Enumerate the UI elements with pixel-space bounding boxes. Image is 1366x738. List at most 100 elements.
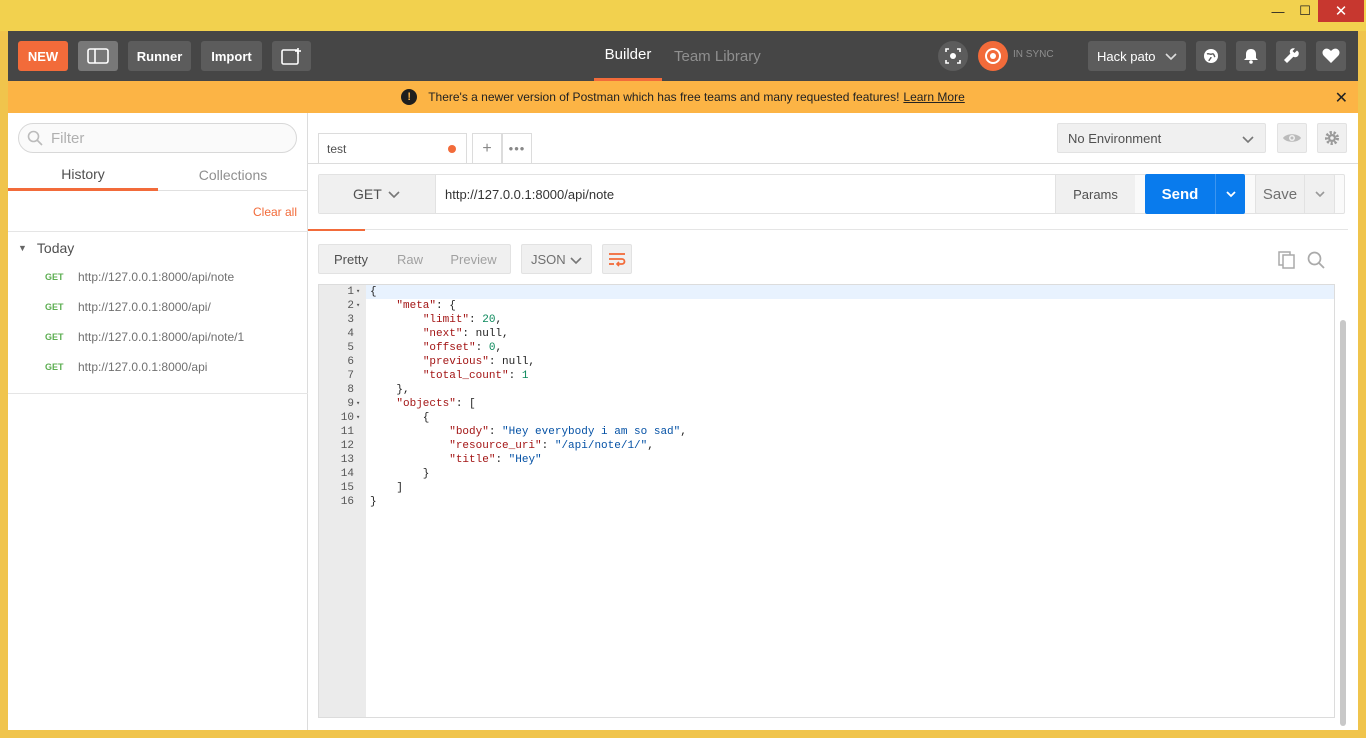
- heart-button[interactable]: [1316, 41, 1346, 71]
- fold-toggle-icon[interactable]: ▾: [356, 397, 364, 411]
- url-input[interactable]: [436, 175, 1055, 213]
- banner-close-icon[interactable]: ✕: [1335, 88, 1348, 108]
- new-window-button[interactable]: [272, 41, 311, 71]
- code-text: "previous": null,: [422, 356, 536, 368]
- sidebar: History Collections Clear all ▼ Today GE…: [8, 113, 308, 730]
- import-button[interactable]: Import: [201, 41, 262, 71]
- tab-history[interactable]: History: [8, 159, 158, 191]
- code-text: }: [370, 468, 430, 480]
- method-select[interactable]: GET: [319, 175, 436, 213]
- settings-button[interactable]: [1276, 41, 1306, 71]
- history-url: http://127.0.0.1:8000/api/: [78, 300, 211, 314]
- maximize-button[interactable]: ☐: [1292, 0, 1318, 22]
- code-line: 5 "offset": 0,: [319, 341, 1334, 355]
- user-label: Hack pato: [1097, 48, 1156, 64]
- fold-toggle-icon[interactable]: ▾: [356, 299, 364, 313]
- capture-button[interactable]: [938, 41, 968, 71]
- save-options-button[interactable]: [1305, 174, 1335, 214]
- code-text: "resource_uri": "/api/note/1/",: [449, 440, 654, 452]
- language-label: JSON: [531, 251, 566, 267]
- chevron-down-icon: [388, 191, 400, 199]
- more-tabs-button[interactable]: •••: [502, 133, 532, 163]
- chevron-down-icon: [570, 257, 582, 265]
- main-panel: test + ••• No Environment GET Params Sen…: [308, 113, 1358, 730]
- sidebar-toggle-button[interactable]: [78, 41, 118, 71]
- code-line: 2 ▾ "meta": {: [319, 299, 1334, 313]
- request-tab[interactable]: test: [318, 133, 467, 163]
- environment-select[interactable]: No Environment: [1057, 123, 1266, 153]
- history-item[interactable]: GET http://127.0.0.1:8000/api: [8, 352, 308, 382]
- group-label: Today: [36, 240, 75, 256]
- close-window-button[interactable]: ✕: [1318, 0, 1364, 22]
- history-method: GET: [45, 362, 64, 372]
- response-view-toggle: Pretty Raw Preview: [318, 244, 511, 274]
- history-item[interactable]: GET http://127.0.0.1:8000/api/note/1: [8, 322, 308, 352]
- view-raw-button[interactable]: Raw: [383, 245, 437, 273]
- line-number: 4: [347, 328, 354, 340]
- code-text: ]: [370, 482, 404, 494]
- request-tab-label: test: [327, 141, 347, 156]
- notifications-button[interactable]: [1236, 41, 1266, 71]
- code-line: 16}: [319, 495, 1334, 509]
- line-number: 16: [340, 496, 354, 508]
- code-text: "title": "Hey": [449, 454, 542, 466]
- wrench-icon: [1284, 48, 1299, 63]
- divider-accent: [308, 229, 365, 231]
- environment-settings-button[interactable]: [1317, 123, 1347, 153]
- line-number: 13: [340, 454, 354, 466]
- sidebar-toggle-icon: [87, 48, 109, 64]
- tab-collections[interactable]: Collections: [158, 159, 308, 191]
- filter-input[interactable]: [51, 129, 281, 147]
- line-number: 10: [340, 412, 354, 424]
- clear-all-link[interactable]: Clear all: [253, 205, 297, 219]
- user-dropdown[interactable]: Hack pato: [1088, 41, 1186, 71]
- history-item[interactable]: GET http://127.0.0.1:8000/api/note: [8, 262, 308, 292]
- chevron-down-icon: [1314, 191, 1325, 198]
- line-number: 11: [340, 426, 354, 438]
- learn-more-link[interactable]: Learn More: [903, 90, 964, 104]
- warning-icon: !: [401, 89, 418, 105]
- response-body[interactable]: 1 ▾{2 ▾ "meta": {3 "limit": 20, 4 "next": n…: [318, 284, 1335, 718]
- language-select[interactable]: JSON: [521, 244, 592, 274]
- wrap-lines-button[interactable]: [602, 244, 632, 274]
- minimize-button[interactable]: —: [1264, 0, 1292, 22]
- code-text: "offset": 0,: [422, 342, 503, 354]
- history-group-today[interactable]: ▼ Today: [18, 240, 74, 256]
- code-line: 10 ▾ {: [319, 411, 1334, 425]
- code-line: 3 "limit": 20,: [319, 313, 1334, 327]
- history-item[interactable]: GET http://127.0.0.1:8000/api/: [8, 292, 308, 322]
- code-line: 9 ▾ "objects": [: [319, 397, 1334, 411]
- copy-response-button[interactable]: [1276, 249, 1298, 271]
- filter-field[interactable]: [18, 123, 297, 153]
- environment-quick-look-button[interactable]: [1277, 123, 1307, 153]
- app-window: — ☐ ✕ NEW Runner Import Builder Team Lib…: [0, 0, 1366, 738]
- view-pretty-button[interactable]: Pretty: [319, 245, 383, 273]
- scrollbar[interactable]: [1340, 320, 1346, 726]
- params-button[interactable]: Params: [1055, 175, 1135, 213]
- sync-button[interactable]: [978, 41, 1008, 71]
- gear-icon: [1325, 131, 1339, 145]
- search-response-button[interactable]: [1305, 249, 1327, 271]
- code-line: 13 "title": "Hey": [319, 453, 1334, 467]
- new-window-icon: [280, 48, 301, 65]
- code-text: },: [370, 384, 410, 396]
- sync-status: IN SYNC: [1013, 49, 1054, 60]
- search-icon: [1307, 251, 1325, 269]
- new-button[interactable]: NEW: [18, 41, 68, 71]
- fold-toggle-icon[interactable]: ▾: [356, 411, 364, 425]
- send-button[interactable]: Send: [1145, 174, 1215, 214]
- line-number: 2: [347, 300, 354, 312]
- code-line: 12 "resource_uri": "/api/note/1/",: [319, 439, 1334, 453]
- runner-button[interactable]: Runner: [128, 41, 191, 71]
- tab-team-library[interactable]: Team Library: [674, 31, 761, 81]
- code-text: "limit": 20,: [422, 314, 503, 326]
- send-options-button[interactable]: [1215, 174, 1245, 214]
- save-button[interactable]: Save: [1255, 174, 1305, 214]
- tab-builder[interactable]: Builder: [594, 31, 662, 81]
- interceptor-button[interactable]: [1196, 41, 1226, 71]
- code-text: "body": "Hey everybody i am so sad",: [449, 426, 687, 438]
- view-preview-button[interactable]: Preview: [437, 245, 510, 273]
- fold-toggle-icon[interactable]: ▾: [356, 285, 364, 299]
- line-number: 8: [347, 384, 354, 396]
- add-tab-button[interactable]: +: [472, 133, 502, 163]
